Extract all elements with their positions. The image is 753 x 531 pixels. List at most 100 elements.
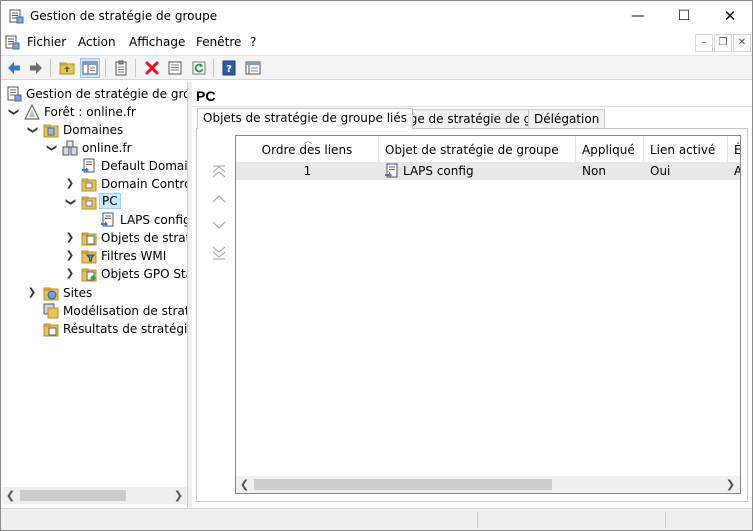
toolbar: ? [1,55,752,80]
tree-label: Default Domain [101,159,188,173]
tree-item-gpo-objects[interactable]: ❯ Objets de straté [2,229,187,247]
chevron-right-icon[interactable]: ❯ [65,177,75,191]
tree-item-gp-results[interactable]: Résultats de stratégie d [2,320,187,338]
column-gpo[interactable]: Objet de stratégie de groupe [379,136,576,162]
scroll-left-icon[interactable]: ❮ [2,487,19,504]
up-folder-button[interactable] [57,58,77,78]
tree-label: online.fr [82,141,132,155]
scrollbar-thumb[interactable] [254,479,552,490]
column-status[interactable]: É [728,136,740,162]
tree-item-default-domain-policy[interactable]: Default Domain [2,157,188,175]
menu-fenetre[interactable]: Fenêtre [196,35,241,49]
mdi-minimize-button[interactable]: – [695,34,713,52]
system-menu-icon[interactable] [5,35,20,50]
tree-label: Objets de straté [101,231,187,245]
title-bar: Gestion de stratégie de groupe — ☐ ✕ [1,1,752,31]
show-hide-tree-icon [82,61,98,75]
refresh-button[interactable] [189,58,209,78]
clipboard-icon [115,60,127,76]
help-button[interactable]: ? [219,58,239,78]
mdi-restore-button[interactable]: ❐ [714,34,732,52]
scrollbar-thumb[interactable] [20,490,126,501]
sort-ascending-icon: ︿ [304,136,312,145]
minimize-button[interactable]: — [615,1,661,31]
chevron-down-icon[interactable]: ❯ [63,197,77,207]
tree-item-domain-online-fr[interactable]: ❯ online.fr [2,139,187,157]
chevron-right-icon[interactable]: ❯ [65,267,75,281]
scroll-left-icon[interactable]: ❮ [236,476,253,493]
menu-bar: Fichier Action Affichage Fenêtre ? – ❐ ✕ [1,31,752,55]
menu-fichier[interactable]: Fichier [27,35,66,49]
details-view-icon [245,61,261,75]
tree-label: PC [99,193,121,209]
chevron-right-icon[interactable]: ❯ [65,249,75,263]
tree-item-sites[interactable]: ❯ Sites [2,284,187,302]
svg-text:?: ? [226,64,232,75]
window-title: Gestion de stratégie de groupe [30,9,218,23]
toolbar-separator [50,59,51,77]
container-title: PC [196,88,216,104]
scroll-right-icon[interactable]: ❯ [170,487,187,504]
tree-item-pc[interactable]: ❯ PC [2,193,187,211]
tree-label: LAPS config [120,213,188,227]
tree-item-wmi-filters[interactable]: ❯ Filtres WMI [2,247,187,265]
up-folder-icon [59,62,75,75]
column-label: Lien activé [650,143,716,157]
console-tree: Gestion de stratégie de groupe ❯ Forêt :… [2,82,188,508]
status-segment [665,512,666,528]
properties-button[interactable] [111,58,131,78]
move-down-button[interactable] [211,217,227,233]
tree-item-laps-config[interactable]: LAPS config [2,211,188,229]
tree-label: Modélisation de stratég [63,304,187,318]
column-label: Objet de stratégie de groupe [385,143,559,157]
tree-horizontal-scrollbar[interactable]: ❮ ❯ [2,487,187,504]
chevron-down-icon[interactable]: ❯ [44,143,58,153]
details-pane: PC Objets de stratégie de groupe liés Hé… [192,82,752,508]
tab-linked-gpos[interactable]: Objets de stratégie de groupe liés [197,108,414,129]
tree-item-gp-modeling[interactable]: Modélisation de stratég [2,302,187,320]
move-top-icon [212,165,226,178]
chevron-right-icon[interactable]: ❯ [27,286,37,300]
mdi-close-button[interactable]: ✕ [733,34,751,52]
move-up-button[interactable] [211,191,227,207]
table-row[interactable]: 1 LAPS config Non Oui A [236,162,740,180]
tree-label: Sites [63,286,93,300]
forward-button[interactable] [26,58,46,78]
export-list-icon [168,61,182,75]
cell-enforced: Non [582,164,606,178]
menu-affichage[interactable]: Affichage [129,35,185,49]
export-list-button[interactable] [165,58,185,78]
status-segment [477,512,478,528]
show-hide-tree-button[interactable] [80,58,100,78]
menu-help[interactable]: ? [250,35,256,49]
maximize-button[interactable]: ☐ [661,1,707,31]
tree-item-gpmc-root[interactable]: Gestion de stratégie de groupe [2,85,187,103]
list-header: ︿ Ordre des liens Objet de stratégie de … [236,136,740,162]
tree-item-domain-controllers[interactable]: ❯ Domain Contro [2,175,187,193]
column-link-order[interactable]: ︿ Ordre des liens [236,136,379,162]
list-horizontal-scrollbar[interactable]: ❮ ❯ [236,476,740,493]
tab-delegation[interactable]: Délégation [528,109,606,128]
cell-status: A [734,164,740,178]
chevron-down-icon[interactable]: ❯ [6,107,20,117]
tree-item-forest[interactable]: ❯ Forêt : online.fr [2,103,187,121]
tree-item-starter-gpos[interactable]: ❯ Objets GPO Star [2,265,187,283]
chevron-right-icon[interactable]: ❯ [65,231,75,245]
chevron-down-icon[interactable]: ❯ [25,125,39,135]
forest-icon [24,104,40,120]
move-bottom-button[interactable] [211,245,227,261]
tree-item-domains[interactable]: ❯ Domaines [2,121,187,139]
forward-icon [30,62,42,74]
column-enforced[interactable]: Appliqué [576,136,644,162]
details-view-button[interactable] [243,58,263,78]
column-link-enabled[interactable]: Lien activé [644,136,728,162]
move-top-button[interactable] [211,163,227,179]
move-up-icon [212,195,226,203]
menu-action[interactable]: Action [78,35,116,49]
close-button[interactable]: ✕ [707,1,753,31]
modeling-icon [43,303,59,319]
title-divider [192,106,752,107]
delete-button[interactable] [142,58,162,78]
scroll-right-icon[interactable]: ❯ [722,476,739,493]
back-button[interactable] [4,58,24,78]
